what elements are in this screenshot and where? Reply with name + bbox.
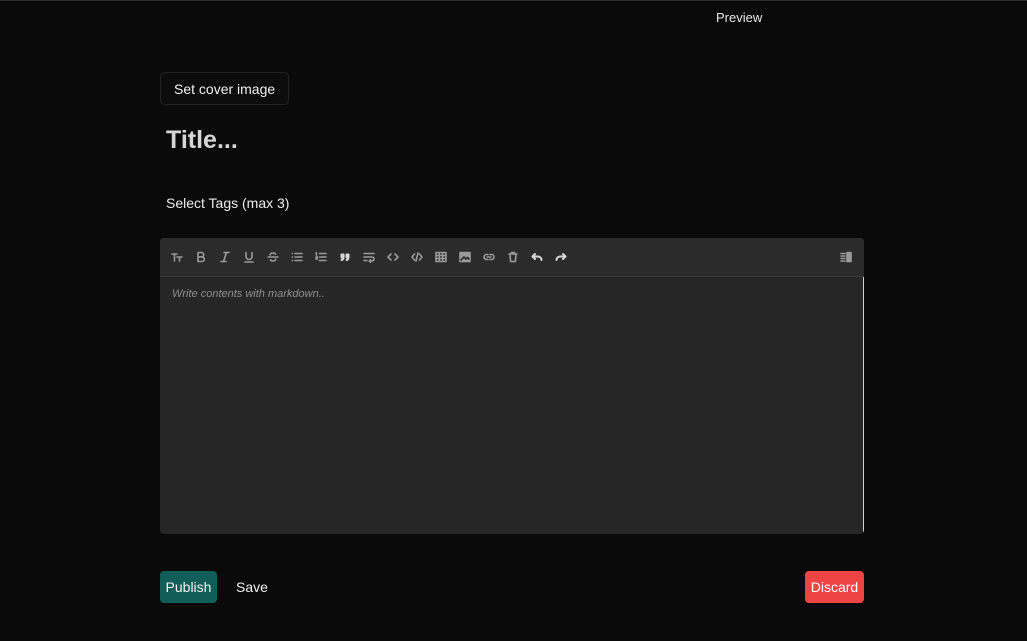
code-block-icon[interactable] [408, 248, 426, 266]
bold-icon[interactable] [192, 248, 210, 266]
preview-toggle-icon[interactable] [837, 248, 855, 266]
ordered-list-icon[interactable] [312, 248, 330, 266]
quote-icon[interactable] [336, 248, 354, 266]
title-input[interactable] [160, 121, 772, 159]
preview-link[interactable]: Preview [716, 10, 762, 25]
image-icon[interactable] [456, 248, 474, 266]
strikethrough-icon[interactable] [264, 248, 282, 266]
heading-icon[interactable] [168, 248, 186, 266]
set-cover-image-label: Set cover image [174, 80, 276, 97]
delete-icon[interactable] [504, 248, 522, 266]
underline-icon[interactable] [240, 248, 258, 266]
bullet-list-icon[interactable] [288, 248, 306, 266]
undo-icon[interactable] [528, 248, 546, 266]
editor-content-area [160, 277, 864, 534]
markdown-textarea[interactable] [172, 288, 851, 523]
inline-code-icon[interactable] [384, 248, 402, 266]
publish-label: Publish [165, 579, 212, 595]
markdown-editor [160, 238, 864, 534]
link-icon[interactable] [480, 248, 498, 266]
table-icon[interactable] [432, 248, 450, 266]
set-cover-image-button[interactable]: Set cover image [160, 72, 290, 105]
publish-button[interactable]: Publish [160, 571, 217, 603]
editor-toolbar [160, 238, 864, 277]
editor-page: Preview Set cover image Select Tags (max… [0, 0, 1027, 641]
wrap-icon[interactable] [360, 248, 378, 266]
italic-icon[interactable] [216, 248, 234, 266]
save-button[interactable]: Save [236, 579, 268, 595]
select-tags[interactable]: Select Tags (max 3) [166, 195, 289, 211]
discard-button[interactable]: Discard [805, 571, 864, 603]
redo-icon[interactable] [552, 248, 570, 266]
discard-label: Discard [810, 579, 859, 595]
